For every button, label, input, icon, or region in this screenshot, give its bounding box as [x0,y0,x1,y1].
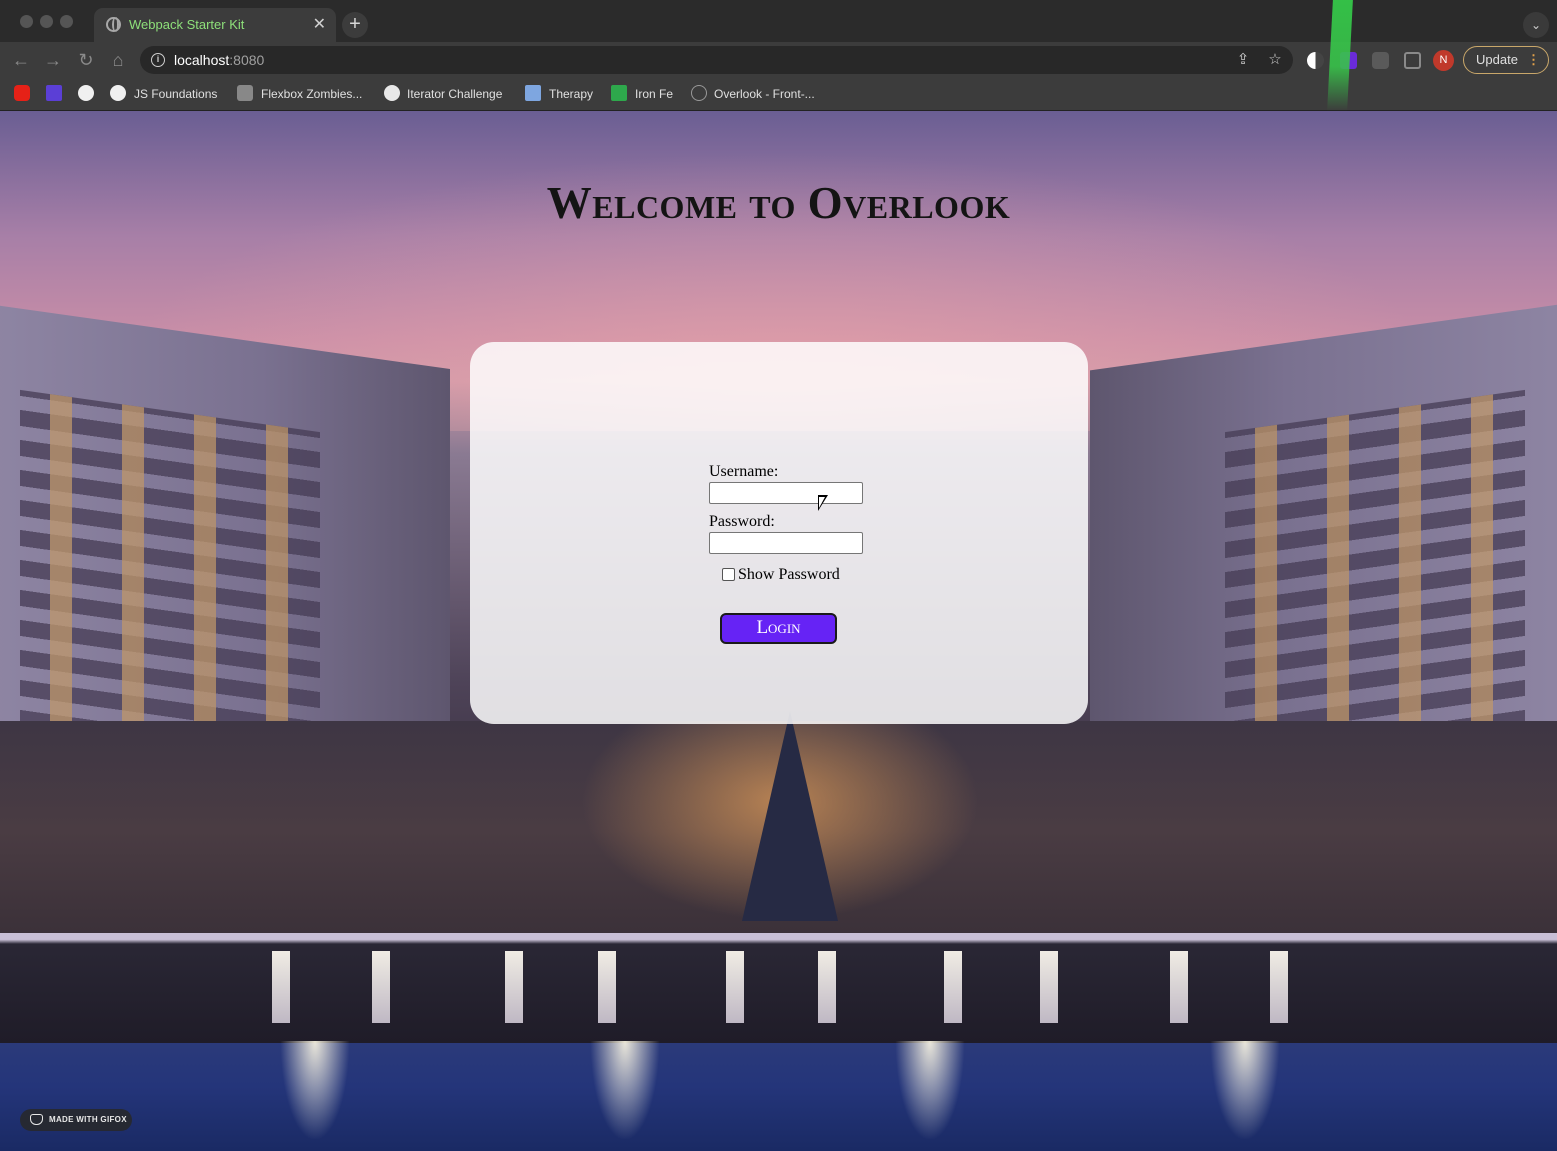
show-password-label[interactable]: Show Password [738,566,840,584]
extensions-puzzle-icon[interactable] [1372,52,1389,69]
window-close-dot[interactable] [20,15,33,28]
github-icon[interactable] [78,85,94,101]
pool-light [280,1041,350,1141]
reload-icon[interactable]: ↻ [75,49,97,71]
site-info-icon[interactable]: i [151,53,165,67]
update-label: Update [1476,52,1518,67]
address-bar[interactable]: i localhost:8080 ⇪ ☆ [140,46,1293,74]
light-pillar [944,951,962,1023]
swimming-pool [0,1043,1557,1151]
username-label: Username: [709,463,779,480]
pool-light [590,1041,660,1141]
browser-menu-icon[interactable]: ⋮ [1527,47,1540,73]
light-pillar [505,951,523,1023]
login-button[interactable]: Login [720,613,837,644]
login-card: Username: Password: Show Password Login [470,342,1088,724]
dark-mode-extension-icon[interactable] [1307,52,1324,69]
light-pillar [1270,951,1288,1023]
mouse-cursor-icon [818,495,828,511]
iterator-icon [384,85,400,101]
side-panel-icon[interactable] [1404,52,1421,69]
light-pillar [272,951,290,1023]
gifox-watermark: MADE WITH GIFOX [20,1109,132,1131]
forward-icon[interactable]: → [42,49,64,71]
light-pillar [726,951,744,1023]
github-icon [110,85,126,101]
tab-search-icon[interactable]: ⌄ [1523,12,1549,38]
gifox-fox-icon [30,1114,43,1125]
bookmark-js-foundations[interactable]: JS Foundations [134,84,217,104]
light-pillar [1170,951,1188,1023]
login-form: Username: Password: Show Password [709,463,863,583]
window-zoom-dot[interactable] [60,15,73,28]
light-pillar [598,951,616,1023]
new-tab-button[interactable]: + [342,12,368,38]
window-minimize-dot[interactable] [40,15,53,28]
light-pillar [818,951,836,1023]
update-button[interactable]: Update ⋮ [1463,46,1549,74]
url-host: localhost [174,52,230,68]
page-viewport: Welcome to Overlook Username: Password: … [0,111,1557,1151]
light-pillar [372,951,390,1023]
home-icon[interactable]: ⌂ [107,49,129,71]
back-icon[interactable]: ← [10,49,32,71]
light-pillar [1040,951,1058,1023]
youtube-icon[interactable] [14,85,30,101]
page-title: Welcome to Overlook [546,178,1011,228]
browser-toolbar: ← → ↻ ⌂ i localhost:8080 ⇪ ☆ N Update ⋮ [0,42,1557,78]
pool-light [1210,1041,1280,1141]
mail-icon[interactable] [46,85,62,101]
url-text[interactable]: localhost:8080 [174,52,264,68]
therapy-icon [525,85,541,101]
tab-close-icon[interactable]: ✕ [313,14,326,34]
pool-light [895,1041,965,1141]
profile-avatar[interactable]: N [1433,50,1454,71]
share-icon[interactable]: ⇪ [1234,51,1252,69]
bookmark-iterator-challenge[interactable]: Iterator Challenge [407,84,502,104]
username-input[interactable] [709,482,863,504]
browser-tab[interactable]: Webpack Starter Kit ✕ [94,8,336,42]
show-password-checkbox[interactable] [722,568,735,581]
bookmark-flexbox-zombies[interactable]: Flexbox Zombies... [261,84,362,104]
bookmark-iron-fe[interactable]: Iron Fe [635,84,673,104]
url-port: :8080 [229,52,265,68]
browser-tab-bar: Webpack Starter Kit ✕ + ⌄ [0,0,1557,42]
overlook-icon [691,85,707,101]
gifox-label: MADE WITH GIFOX [49,1115,127,1124]
password-label: Password: [709,513,775,530]
password-input[interactable] [709,532,863,554]
tab-title: Webpack Starter Kit [129,17,245,32]
bookmark-overlook[interactable]: Overlook - Front-... [714,84,815,104]
globe-icon [106,17,121,32]
bookmarks-bar: JS Foundations Flexbox Zombies... Iterat… [0,78,1557,111]
bookmark-star-icon[interactable]: ☆ [1266,51,1284,69]
bookmark-therapy[interactable]: Therapy [549,84,593,104]
ironfe-icon [611,85,627,101]
zombie-icon [237,85,253,101]
pool-parapet [0,933,1557,1043]
cone-sculpture [742,711,838,921]
